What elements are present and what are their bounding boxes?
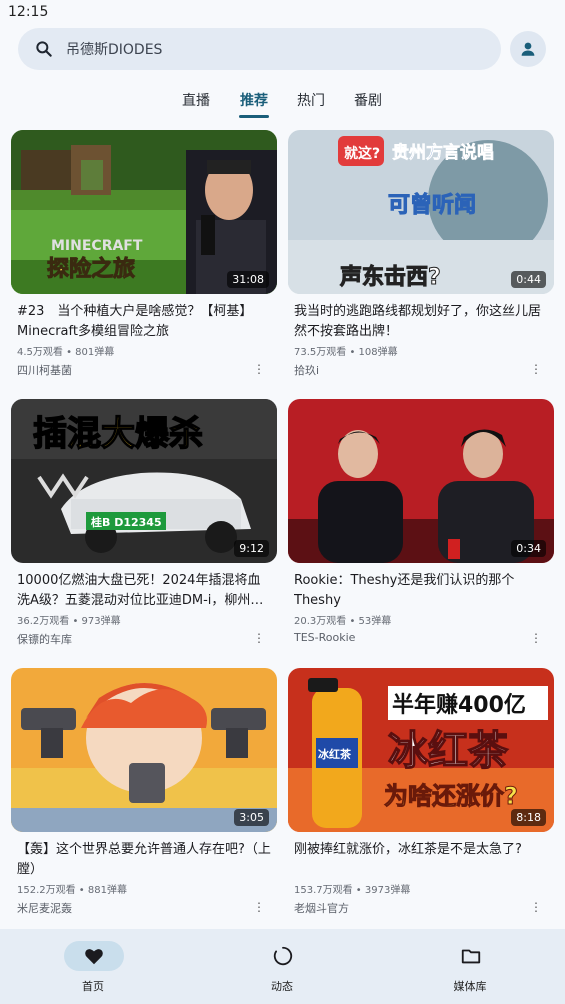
thumb-text: 为啥还涨价? (384, 782, 518, 810)
thumb-text: 桂B D12345 (90, 515, 162, 529)
dialect-rap-thumbnail-art: 就这? 贵州方言说唱 可曾听闻 声东击西? (288, 130, 554, 294)
more-options-icon[interactable]: ⋮ (253, 362, 265, 376)
interview-thumbnail-art (288, 399, 554, 563)
more-options-icon[interactable]: ⋮ (253, 631, 265, 645)
video-duration: 31:08 (227, 271, 269, 288)
thumb-text: 冰红茶 (318, 747, 352, 761)
heart-icon (85, 949, 103, 965)
video-duration: 0:34 (511, 540, 546, 557)
circle-icon (273, 946, 293, 966)
thumb-text: 冰红茶 (388, 728, 509, 774)
search-bar[interactable]: 吊德斯DIODES (18, 28, 501, 70)
minecraft-thumbnail-art: MINECRAFT 探险之旅 (11, 130, 277, 294)
video-thumbnail[interactable]: 就这? 贵州方言说唱 可曾听闻 声东击西? 0:44 (288, 130, 554, 294)
thumb-text: 贵州方言说唱 (392, 142, 494, 163)
video-title[interactable]: 10000亿燃油大盘已死！2024年插混将血洗A级？五菱混动对位比亚迪DM-i，… (17, 571, 273, 611)
video-author[interactable]: TES-Rookie (294, 631, 355, 644)
nav-home[interactable]: 首页 (33, 929, 153, 1004)
cartoon-guns-thumbnail-art (11, 668, 277, 832)
nav-label: 媒体库 (453, 980, 487, 993)
tab-recommended[interactable]: 推荐 (240, 90, 268, 110)
thumb-text: 可曾听闻 (388, 192, 476, 218)
iced-tea-thumbnail-art: 冰红茶 半年赚400亿 冰红茶 为啥还涨价? (288, 668, 554, 832)
tab-indicator (239, 115, 269, 118)
more-options-icon[interactable]: ⋮ (530, 631, 542, 645)
video-title[interactable]: 【轰】这个世界总要允许普通人存在吧?（上膛） (17, 840, 273, 880)
thumb-text: 半年赚400亿 (392, 692, 526, 718)
tab-popular[interactable]: 热门 (297, 90, 325, 110)
video-duration: 3:05 (234, 809, 269, 826)
video-title[interactable]: Rookie：Theshy还是我们认识的那个Theshy (294, 571, 550, 611)
video-stats: 36.2万观看 • 973弹幕 (17, 616, 121, 627)
thumb-text: 插混大爆杀 (33, 414, 203, 454)
video-author[interactable]: 保镖的车库 (17, 631, 72, 647)
video-author[interactable]: 拾玖i (294, 362, 319, 378)
video-duration: 0:44 (511, 271, 546, 288)
tab-anime[interactable]: 番剧 (354, 90, 382, 110)
video-stats: 4.5万观看 • 801弹幕 (17, 347, 115, 358)
thumb-text: 声东击西? (339, 264, 441, 290)
video-stats: 73.5万观看 • 108弹幕 (294, 347, 398, 358)
video-author[interactable]: 四川柯基菌 (17, 362, 72, 378)
top-bar: 吊德斯DIODES (0, 28, 565, 70)
person-icon (521, 42, 535, 56)
nav-activity[interactable]: 动态 (222, 929, 342, 1004)
video-author[interactable]: 老烟斗官方 (294, 900, 349, 916)
video-title[interactable]: 刚被捧红就涨价，冰红茶是不是太急了? (294, 840, 550, 860)
status-bar: 12:15 (0, 0, 565, 24)
video-author[interactable]: 米尼麦泥轰 (17, 900, 72, 916)
video-duration: 9:12 (234, 540, 269, 557)
video-thumbnail[interactable]: 冰红茶 半年赚400亿 冰红茶 为啥还涨价? 8:18 (288, 668, 554, 832)
more-options-icon[interactable]: ⋮ (530, 362, 542, 376)
car-thumbnail-art: 插混大爆杀 桂B D12345 (11, 399, 277, 563)
account-button[interactable] (510, 31, 546, 67)
search-placeholder: 吊德斯DIODES (66, 42, 163, 58)
category-tabs: 直播 推荐 热门 番剧 (0, 84, 565, 120)
nav-library[interactable]: 媒体库 (410, 929, 530, 1004)
thumb-text: MINECRAFT (51, 238, 143, 254)
video-title[interactable]: 我当时的逃跑路线都规划好了，你这丝儿居然不按套路出牌！ (294, 302, 550, 342)
nav-label: 动态 (271, 980, 293, 993)
video-thumbnail[interactable]: 3:05 (11, 668, 277, 832)
video-stats: 153.7万观看 • 3973弹幕 (294, 885, 411, 896)
search-icon (36, 41, 52, 57)
thumb-text: 探险之旅 (47, 256, 135, 282)
folder-icon (461, 949, 481, 964)
more-options-icon[interactable]: ⋮ (253, 900, 265, 914)
video-title[interactable]: #23 当个种植大户是啥感觉？【柯基】Minecraft多模组冒险之旅 (17, 302, 273, 342)
video-thumbnail[interactable]: 插混大爆杀 桂B D12345 9:12 (11, 399, 277, 563)
thumb-text: 就这? (344, 145, 380, 162)
video-stats: 152.2万观看 • 881弹幕 (17, 885, 127, 896)
video-thumbnail[interactable]: 0:34 (288, 399, 554, 563)
more-options-icon[interactable]: ⋮ (530, 900, 542, 914)
video-duration: 8:18 (511, 809, 546, 826)
tab-live[interactable]: 直播 (182, 90, 210, 110)
bottom-navigation: 首页 动态 媒体库 (0, 929, 565, 1004)
nav-label: 首页 (82, 980, 104, 993)
video-thumbnail[interactable]: MINECRAFT 探险之旅 31:08 (11, 130, 277, 294)
video-stats: 20.3万观看 • 53弹幕 (294, 616, 392, 627)
status-time: 12:15 (8, 4, 49, 20)
